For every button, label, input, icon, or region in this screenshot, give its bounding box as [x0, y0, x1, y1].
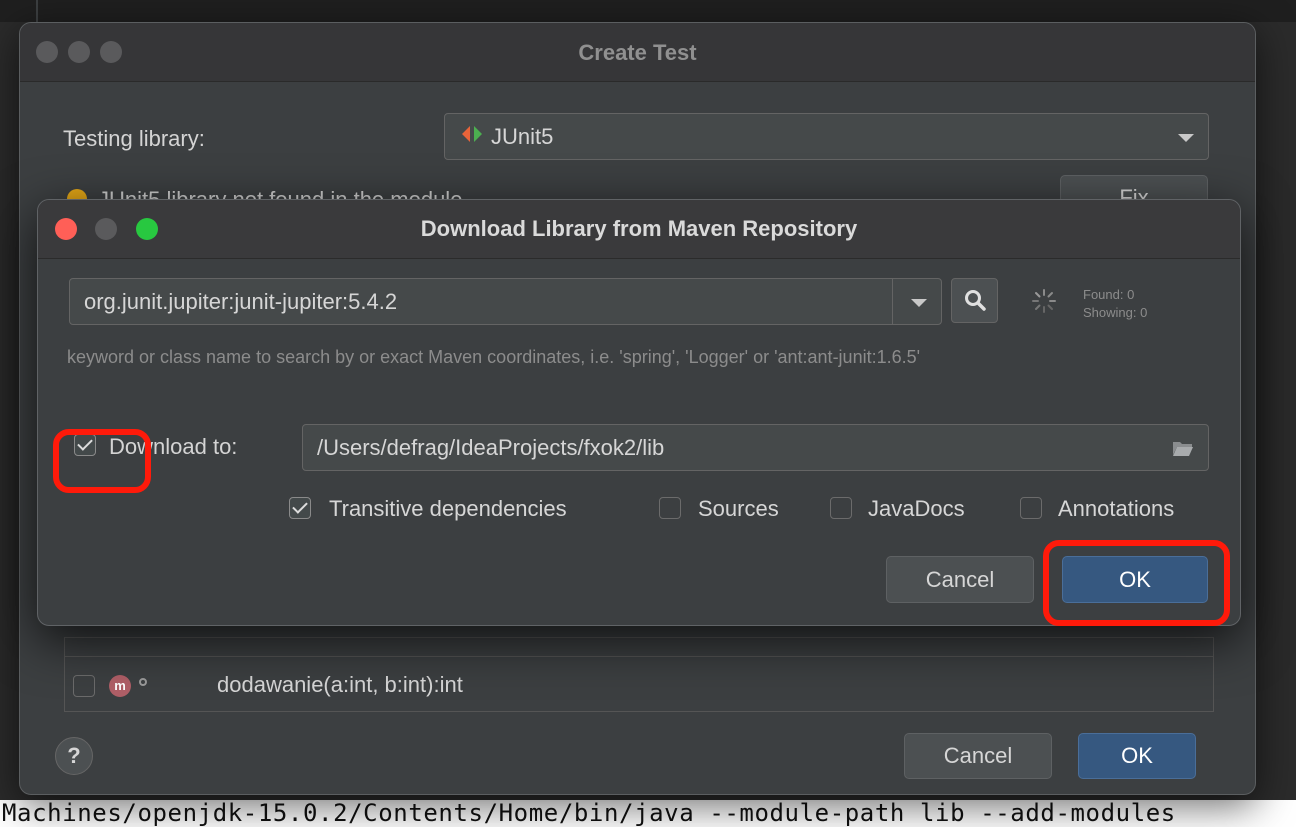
method-checkbox[interactable]: [73, 675, 95, 697]
testing-library-select[interactable]: JUnit5: [444, 113, 1209, 160]
methods-list-header: [65, 638, 1213, 657]
download-path-field[interactable]: /Users/defrag/IdeaProjects/fxok2/lib: [302, 424, 1209, 471]
transitive-dependencies-checkbox[interactable]: [289, 497, 311, 519]
annotation-highlight-checkbox: [53, 429, 151, 493]
chevron-down-icon[interactable]: [911, 298, 927, 307]
editor-gutter: [36, 0, 38, 22]
maven-search-input[interactable]: org.junit.jupiter:junit-jupiter:5.4.2: [84, 289, 397, 315]
search-hint: keyword or class name to search by or ex…: [67, 347, 921, 367]
annotations-label: Annotations: [1058, 496, 1175, 521]
found-count: Found: 0: [1083, 287, 1135, 302]
folder-open-icon[interactable]: [1172, 439, 1194, 457]
maven-search-combo[interactable]: org.junit.jupiter:junit-jupiter:5.4.2: [69, 278, 942, 325]
sources-label: Sources: [698, 496, 779, 521]
junit-icon: [462, 126, 482, 142]
create-test-cancel-button[interactable]: Cancel: [904, 733, 1052, 779]
annotation-highlight-ok: [1043, 540, 1230, 626]
sources-checkbox[interactable]: [659, 497, 681, 519]
create-test-titlebar: Create Test: [20, 23, 1255, 82]
download-dialog-title: Download Library from Maven Repository: [420, 216, 858, 241]
combo-divider: [892, 278, 893, 325]
help-button[interactable]: ?: [55, 737, 93, 775]
testing-library-label: Testing library:: [63, 126, 205, 151]
download-path-value: /Users/defrag/IdeaProjects/fxok2/lib: [317, 435, 665, 460]
annotations-checkbox[interactable]: [1020, 497, 1042, 519]
download-dialog-titlebar: Download Library from Maven Repository: [38, 200, 1240, 259]
chevron-down-icon: [1178, 133, 1194, 142]
visibility-icon: [139, 678, 147, 686]
methods-list: m dodawanie(a:int, b:int):int: [64, 637, 1214, 712]
create-test-title: Create Test: [578, 40, 697, 65]
search-button[interactable]: [951, 278, 998, 323]
search-result-counts: Found: 0 Showing: 0: [1083, 286, 1147, 322]
loading-spinner-icon: [1032, 289, 1056, 313]
terminal-command-line: Machines/openjdk-15.0.2/Contents/Home/bi…: [0, 800, 1296, 827]
method-signature: dodawanie(a:int, b:int):int: [217, 672, 463, 697]
showing-count: Showing: 0: [1083, 305, 1148, 320]
javadocs-label: JavaDocs: [868, 496, 965, 521]
create-test-ok-button[interactable]: OK: [1078, 733, 1196, 779]
ide-background-top: [0, 0, 1296, 22]
method-icon: m: [109, 675, 131, 697]
testing-library-value: JUnit5: [491, 124, 554, 149]
download-cancel-button[interactable]: Cancel: [886, 556, 1034, 603]
javadocs-checkbox[interactable]: [830, 497, 852, 519]
search-icon: [965, 290, 986, 311]
transitive-dependencies-label: Transitive dependencies: [329, 496, 567, 521]
